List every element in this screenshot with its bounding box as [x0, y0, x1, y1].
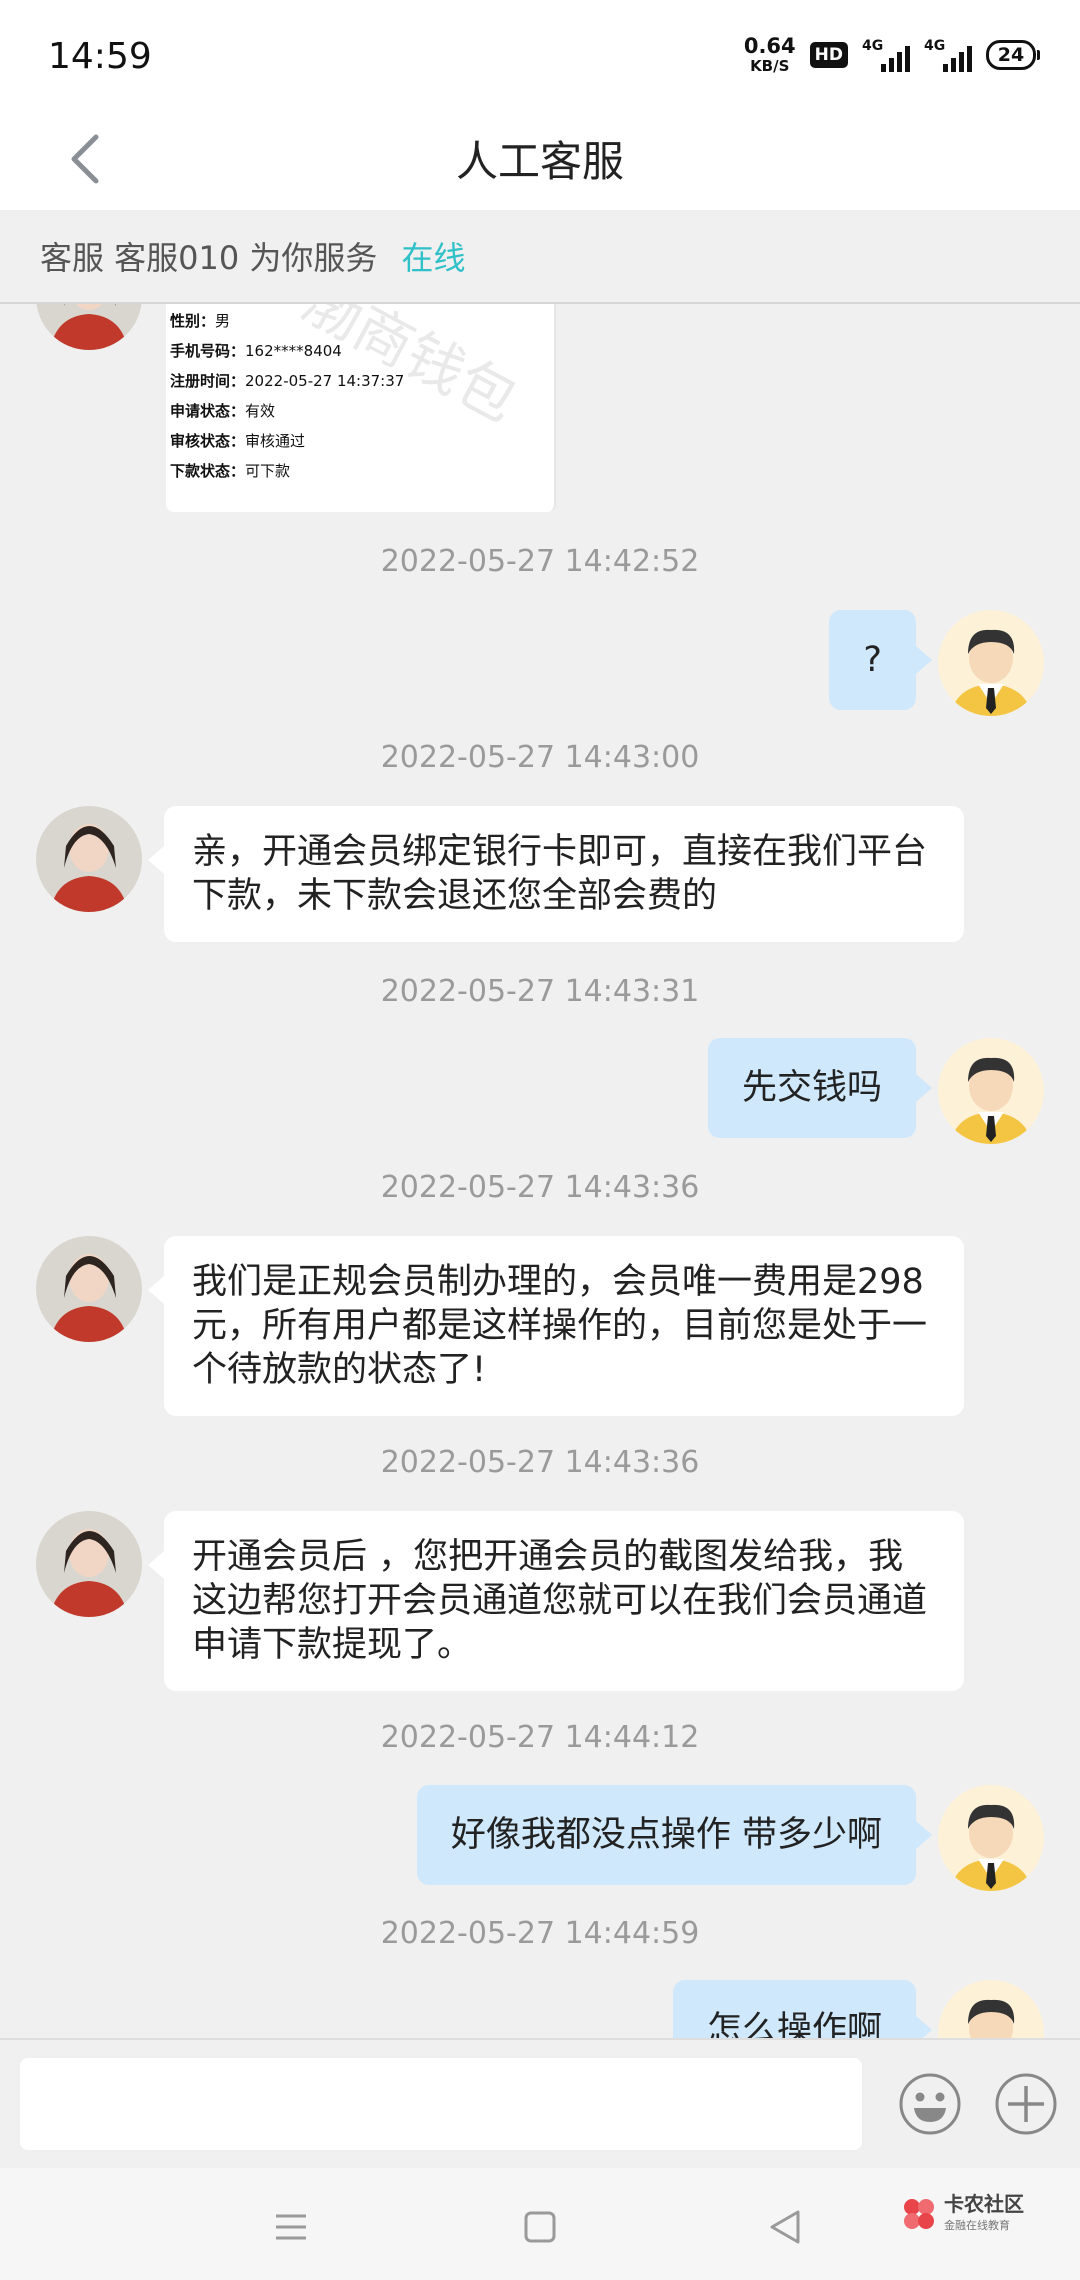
- header: 人工客服: [0, 110, 1080, 210]
- status-bar: 14:59 0.64 KB/S HD 4G 4G 24: [0, 0, 1080, 110]
- signal-icon: 4G: [924, 38, 972, 72]
- user-message-bubble[interactable]: ?: [829, 610, 932, 710]
- message-input[interactable]: [20, 2058, 862, 2150]
- menu-button[interactable]: [266, 2202, 316, 2252]
- network-speed: 0.64 KB/S: [744, 36, 796, 74]
- agent-message-bubble[interactable]: 开通会员后 ，您把开通会员的截图发给我，我这边帮您打开会员通道您就可以在我们会员…: [148, 1511, 964, 1691]
- agent-avatar[interactable]: [36, 1236, 142, 1342]
- menu-icon: [276, 2214, 306, 2240]
- user-message-bubble[interactable]: 好像我都没点操作 带多少啊: [416, 1785, 933, 1885]
- message-timestamp: 2022-05-27 14:44:59: [380, 1916, 700, 1951]
- community-watermark: 卡农社区 金融在线教育: [900, 2194, 1024, 2233]
- network-speed-unit: KB/S: [750, 57, 790, 75]
- message-input-bar: [0, 2038, 1080, 2170]
- message-timestamp: 2022-05-27 14:42:52: [380, 544, 700, 579]
- card-row: 手机号码：162****8404: [170, 342, 342, 360]
- page-title: 人工客服: [455, 137, 624, 186]
- agent-avatar[interactable]: [36, 806, 142, 912]
- home-square-icon: [524, 2211, 556, 2243]
- service-info-bar: 客服 客服010 为你服务 在线: [0, 210, 1080, 304]
- agent-message-bubble[interactable]: 亲，开通会员绑定银行卡即可，直接在我们平台下款，未下款会退还您全部会费的: [148, 806, 964, 942]
- brand-name: 卡农社区: [944, 2192, 1024, 2216]
- online-status: 在线: [401, 239, 466, 277]
- user-message-bubble[interactable]: 怎么操作啊: [672, 1980, 933, 2038]
- more-options-button[interactable]: [994, 2072, 1058, 2136]
- message-timestamp: 2022-05-27 14:43:00: [380, 740, 700, 775]
- signal-icon: 4G: [862, 38, 910, 72]
- battery-level: 24: [997, 44, 1025, 66]
- message-timestamp: 2022-05-27 14:43:31: [380, 974, 700, 1009]
- status-indicators: 0.64 KB/S HD 4G 4G 24: [744, 36, 1040, 74]
- agent-avatar[interactable]: [36, 1511, 142, 1617]
- message-timestamp: 2022-05-27 14:43:36: [380, 1445, 700, 1480]
- home-button[interactable]: [515, 2202, 565, 2252]
- emoji-icon: [899, 2073, 961, 2135]
- status-time: 14:59: [48, 36, 152, 77]
- message-timestamp: 2022-05-27 14:44:12: [380, 1720, 700, 1755]
- card-row: 申请状态：有效: [170, 402, 276, 420]
- agent-avatar[interactable]: [36, 304, 142, 350]
- screenshot-image-message[interactable]: 渤商钱包 性别：男 手机号码：162****8404 注册时间：2022-05-…: [166, 304, 556, 512]
- agent-message-bubble[interactable]: 我们是正规会员制办理的，会员唯一费用是298元，所有用户都是这样操作的，目前您是…: [148, 1236, 964, 1416]
- plus-icon: [995, 2073, 1057, 2135]
- system-back-button[interactable]: [760, 2202, 810, 2252]
- user-avatar[interactable]: [938, 1980, 1044, 2038]
- card-row: 审核状态：审核通过: [170, 432, 306, 450]
- brand-logo-icon: [904, 2198, 934, 2229]
- card-row: 性别：男: [170, 312, 231, 330]
- system-navigation-bar: 卡农社区 金融在线教育: [0, 2168, 1080, 2280]
- network-speed-value: 0.64: [743, 34, 796, 58]
- message-timestamp: 2022-05-27 14:43:36: [380, 1170, 700, 1205]
- card-row: 下款状态：可下款: [170, 462, 291, 480]
- back-triangle-icon: [770, 2210, 800, 2244]
- hd-voice-icon: HD: [809, 42, 848, 68]
- battery-icon: 24: [986, 40, 1040, 70]
- user-avatar[interactable]: [938, 1038, 1044, 1144]
- user-avatar[interactable]: [938, 610, 1044, 716]
- user-avatar[interactable]: [938, 1785, 1044, 1891]
- brand-subtitle: 金融在线教育: [944, 2219, 1010, 2232]
- card-row: 注册时间：2022-05-27 14:37:37: [170, 372, 405, 390]
- emoji-button[interactable]: [898, 2072, 962, 2136]
- user-message-bubble[interactable]: 先交钱吗: [707, 1038, 933, 1138]
- service-agent-text: 客服 客服010 为你服务: [40, 239, 378, 277]
- chat-message-list[interactable]: 渤商钱包 性别：男 手机号码：162****8404 注册时间：2022-05-…: [0, 304, 1080, 2038]
